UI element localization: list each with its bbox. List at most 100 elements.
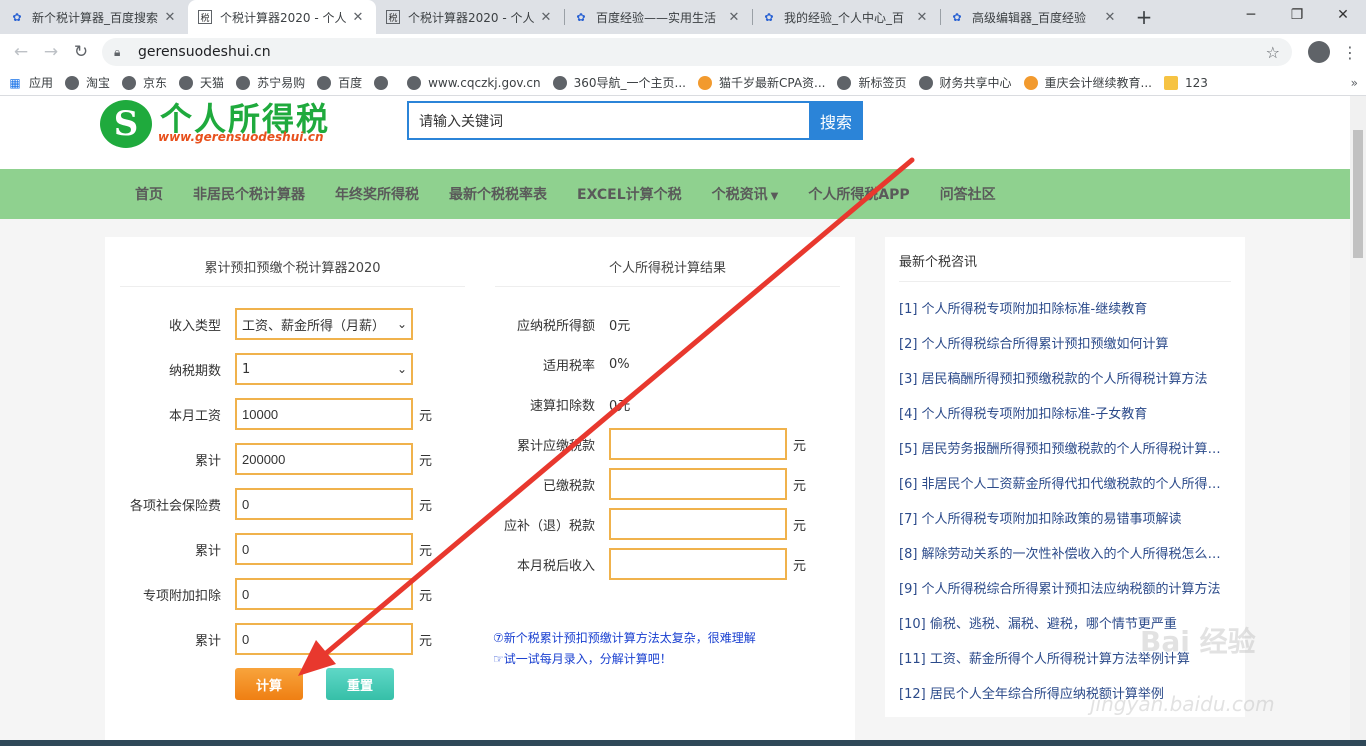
insurance-cumulative-input[interactable] xyxy=(235,533,413,565)
site-logo[interactable]: S 个人所得税 www.gerensuodeshui.cn xyxy=(100,100,350,148)
chevron-down-icon: ⌄ xyxy=(396,317,407,331)
news-item[interactable]: [5] 居民劳务报酬所得预扣预缴税款的个人所得税计算方法 xyxy=(899,432,1229,467)
close-icon[interactable]: ✕ xyxy=(350,10,366,25)
bookmark-item[interactable]: www.cqczkj.gov.cn xyxy=(407,75,541,90)
browser-tab[interactable]: ✿ 我的经验_个人中心_百 ✕ xyxy=(752,0,940,34)
window-controls: ─ ❐ ✕ xyxy=(1228,0,1366,30)
news-item[interactable]: [3] 居民稿酬所得预扣预缴税款的个人所得税计算方法 xyxy=(899,362,1229,397)
news-item[interactable]: [2] 个人所得税综合所得累计预扣预缴如何计算 xyxy=(899,327,1229,362)
chevron-double-right-icon[interactable]: » xyxy=(1351,76,1358,90)
salary-cumulative-label: 累计 xyxy=(194,453,221,469)
close-icon[interactable]: ✕ xyxy=(1102,10,1118,25)
bookmark-item[interactable]: 猫千岁最新CPA资... xyxy=(697,74,825,91)
bookmark-apps[interactable]: ▦ 应用 xyxy=(8,74,53,91)
tip-link[interactable]: ⑦新个税累计预扣预缴计算方法太复杂，很难理解 xyxy=(493,629,756,646)
browser-tab[interactable]: ✿ 新个税计算器_百度搜索 ✕ xyxy=(0,0,188,34)
browser-tab[interactable]: 税 个税计算器2020 - 个人 ✕ xyxy=(376,0,564,34)
bookmark-item[interactable] xyxy=(374,75,395,90)
news-item[interactable]: [9] 个人所得税综合所得累计预扣法应纳税额的计算方法 xyxy=(899,572,1229,607)
bookmark-item[interactable]: 苏宁易购 xyxy=(236,74,305,91)
news-item[interactable]: [7] 个人所得税专项附加扣除政策的易错事项解读 xyxy=(899,502,1229,537)
close-window-icon[interactable]: ✕ xyxy=(1320,0,1366,30)
browser-tab-active[interactable]: 税 个税计算器2020 - 个人 ✕ xyxy=(188,0,376,34)
refund-output[interactable] xyxy=(609,508,787,540)
salary-cumulative-input[interactable] xyxy=(235,443,413,475)
tab-title: 新个税计算器_百度搜索 xyxy=(32,10,159,25)
news-item[interactable]: [8] 解除劳动关系的一次性补偿收入的个人所得税怎么计算 xyxy=(899,537,1229,572)
bookmark-item[interactable]: 京东 xyxy=(122,74,167,91)
flame-icon xyxy=(1023,75,1038,90)
forward-arrow-icon[interactable]: → xyxy=(36,37,66,67)
globe-icon xyxy=(374,75,389,90)
profile-avatar[interactable] xyxy=(1308,41,1330,63)
reload-icon[interactable]: ↻ xyxy=(66,37,96,67)
unit-label: 元 xyxy=(419,498,433,514)
bookmarks-bar: ▦ 应用 淘宝 京东 天猫 苏宁易购 百度 www.cqczkj.gov.cn 3… xyxy=(0,70,1366,96)
insurance-input[interactable] xyxy=(235,488,413,520)
lock-icon: 🔒︎ xyxy=(114,44,121,59)
close-icon[interactable]: ✕ xyxy=(162,10,178,25)
bookmark-item[interactable]: 新标签页 xyxy=(837,74,907,91)
unit-label: 元 xyxy=(419,588,433,604)
insurance-row: 各项社会保险费 元 xyxy=(121,488,432,520)
bookmark-item[interactable]: 百度 xyxy=(317,74,362,91)
nav-home[interactable]: 首页 xyxy=(135,184,163,204)
special-cumulative-input[interactable] xyxy=(235,623,413,655)
paw-icon: ✿ xyxy=(764,10,774,24)
nav-tax-app[interactable]: 个人所得税APP xyxy=(808,184,909,204)
minimize-icon[interactable]: ─ xyxy=(1228,0,1274,30)
income-type-select[interactable]: 工资、薪金所得（月薪） ⌄ xyxy=(235,308,413,340)
after-tax-output[interactable] xyxy=(609,548,787,580)
watermark-logo: Bai 经验 xyxy=(1140,625,1256,658)
news-item[interactable]: [1] 个人所得税专项附加扣除标准-继续教育 xyxy=(899,292,1229,327)
nav-qa-community[interactable]: 问答社区 xyxy=(940,184,996,204)
new-tab-button[interactable]: + xyxy=(1128,0,1160,34)
globe-icon xyxy=(407,75,422,90)
bookmark-item[interactable]: 天猫 xyxy=(179,74,224,91)
browser-tab[interactable]: ✿ 高级编辑器_百度经验 ✕ xyxy=(940,0,1128,34)
cumulative-tax-output[interactable] xyxy=(609,428,787,460)
page-scrollbar[interactable] xyxy=(1350,96,1366,746)
reset-button[interactable]: 重置 xyxy=(326,668,394,700)
calculate-button[interactable]: 计算 xyxy=(235,668,303,700)
tax-rate-label: 适用税率 xyxy=(542,358,595,374)
special-deduction-input[interactable] xyxy=(235,578,413,610)
nav-year-end-bonus[interactable]: 年终奖所得税 xyxy=(335,184,419,204)
globe-icon xyxy=(179,75,194,90)
menu-kebab-icon[interactable]: ⋮ xyxy=(1340,43,1360,62)
divider xyxy=(899,281,1231,282)
back-arrow-icon[interactable]: ← xyxy=(6,37,36,67)
salary-input[interactable] xyxy=(235,398,413,430)
maximize-icon[interactable]: ❐ xyxy=(1274,0,1320,30)
paw-icon: ✿ xyxy=(12,10,22,24)
close-icon[interactable]: ✕ xyxy=(538,10,554,25)
close-icon[interactable]: ✕ xyxy=(914,10,930,25)
news-item[interactable]: [6] 非居民个人工资薪金所得代扣代缴税款的个人所得税计算 xyxy=(899,467,1229,502)
tip-link[interactable]: ☞试一试每月录入，分解计算吧！ xyxy=(493,650,672,667)
close-icon[interactable]: ✕ xyxy=(726,10,742,25)
search-button[interactable]: 搜索 xyxy=(809,101,863,140)
bookmark-item[interactable]: 重庆会计继续教育... xyxy=(1023,74,1152,91)
bookmark-item[interactable]: 360导航_一个主页... xyxy=(552,74,686,91)
globe-icon xyxy=(552,75,567,90)
period-label: 纳税期数 xyxy=(168,363,221,379)
nav-excel-calculator[interactable]: EXCEL计算个税 xyxy=(577,184,682,204)
nav-tax-rate-table[interactable]: 最新个税税率表 xyxy=(449,184,547,204)
bookmark-item[interactable]: 123 xyxy=(1163,75,1208,90)
news-item[interactable]: [4] 个人所得税专项附加扣除标准-子女教育 xyxy=(899,397,1229,432)
bookmark-item[interactable]: 淘宝 xyxy=(65,74,110,91)
nav-tax-news[interactable]: 个税资讯 ▼ xyxy=(712,184,779,204)
search-input[interactable] xyxy=(407,101,809,140)
scrollbar-thumb[interactable] xyxy=(1353,130,1363,258)
star-icon[interactable]: ☆ xyxy=(1266,43,1280,62)
bookmark-item[interactable]: 财务共享中心 xyxy=(918,74,1012,91)
paid-tax-output[interactable] xyxy=(609,468,787,500)
nav-nonresident-calculator[interactable]: 非居民个税计算器 xyxy=(193,184,305,204)
address-bar[interactable]: 🔒︎ gerensuodeshui.cn ☆ xyxy=(102,38,1292,66)
period-select[interactable]: 1 ⌄ xyxy=(235,353,413,385)
refund-row: 应补（退）税款 元 xyxy=(495,508,806,540)
browser-tab[interactable]: ✿ 百度经验——实用生活 ✕ xyxy=(564,0,752,34)
globe-icon xyxy=(837,75,852,90)
unit-label: 元 xyxy=(419,633,433,649)
unit-label: 元 xyxy=(419,453,433,469)
